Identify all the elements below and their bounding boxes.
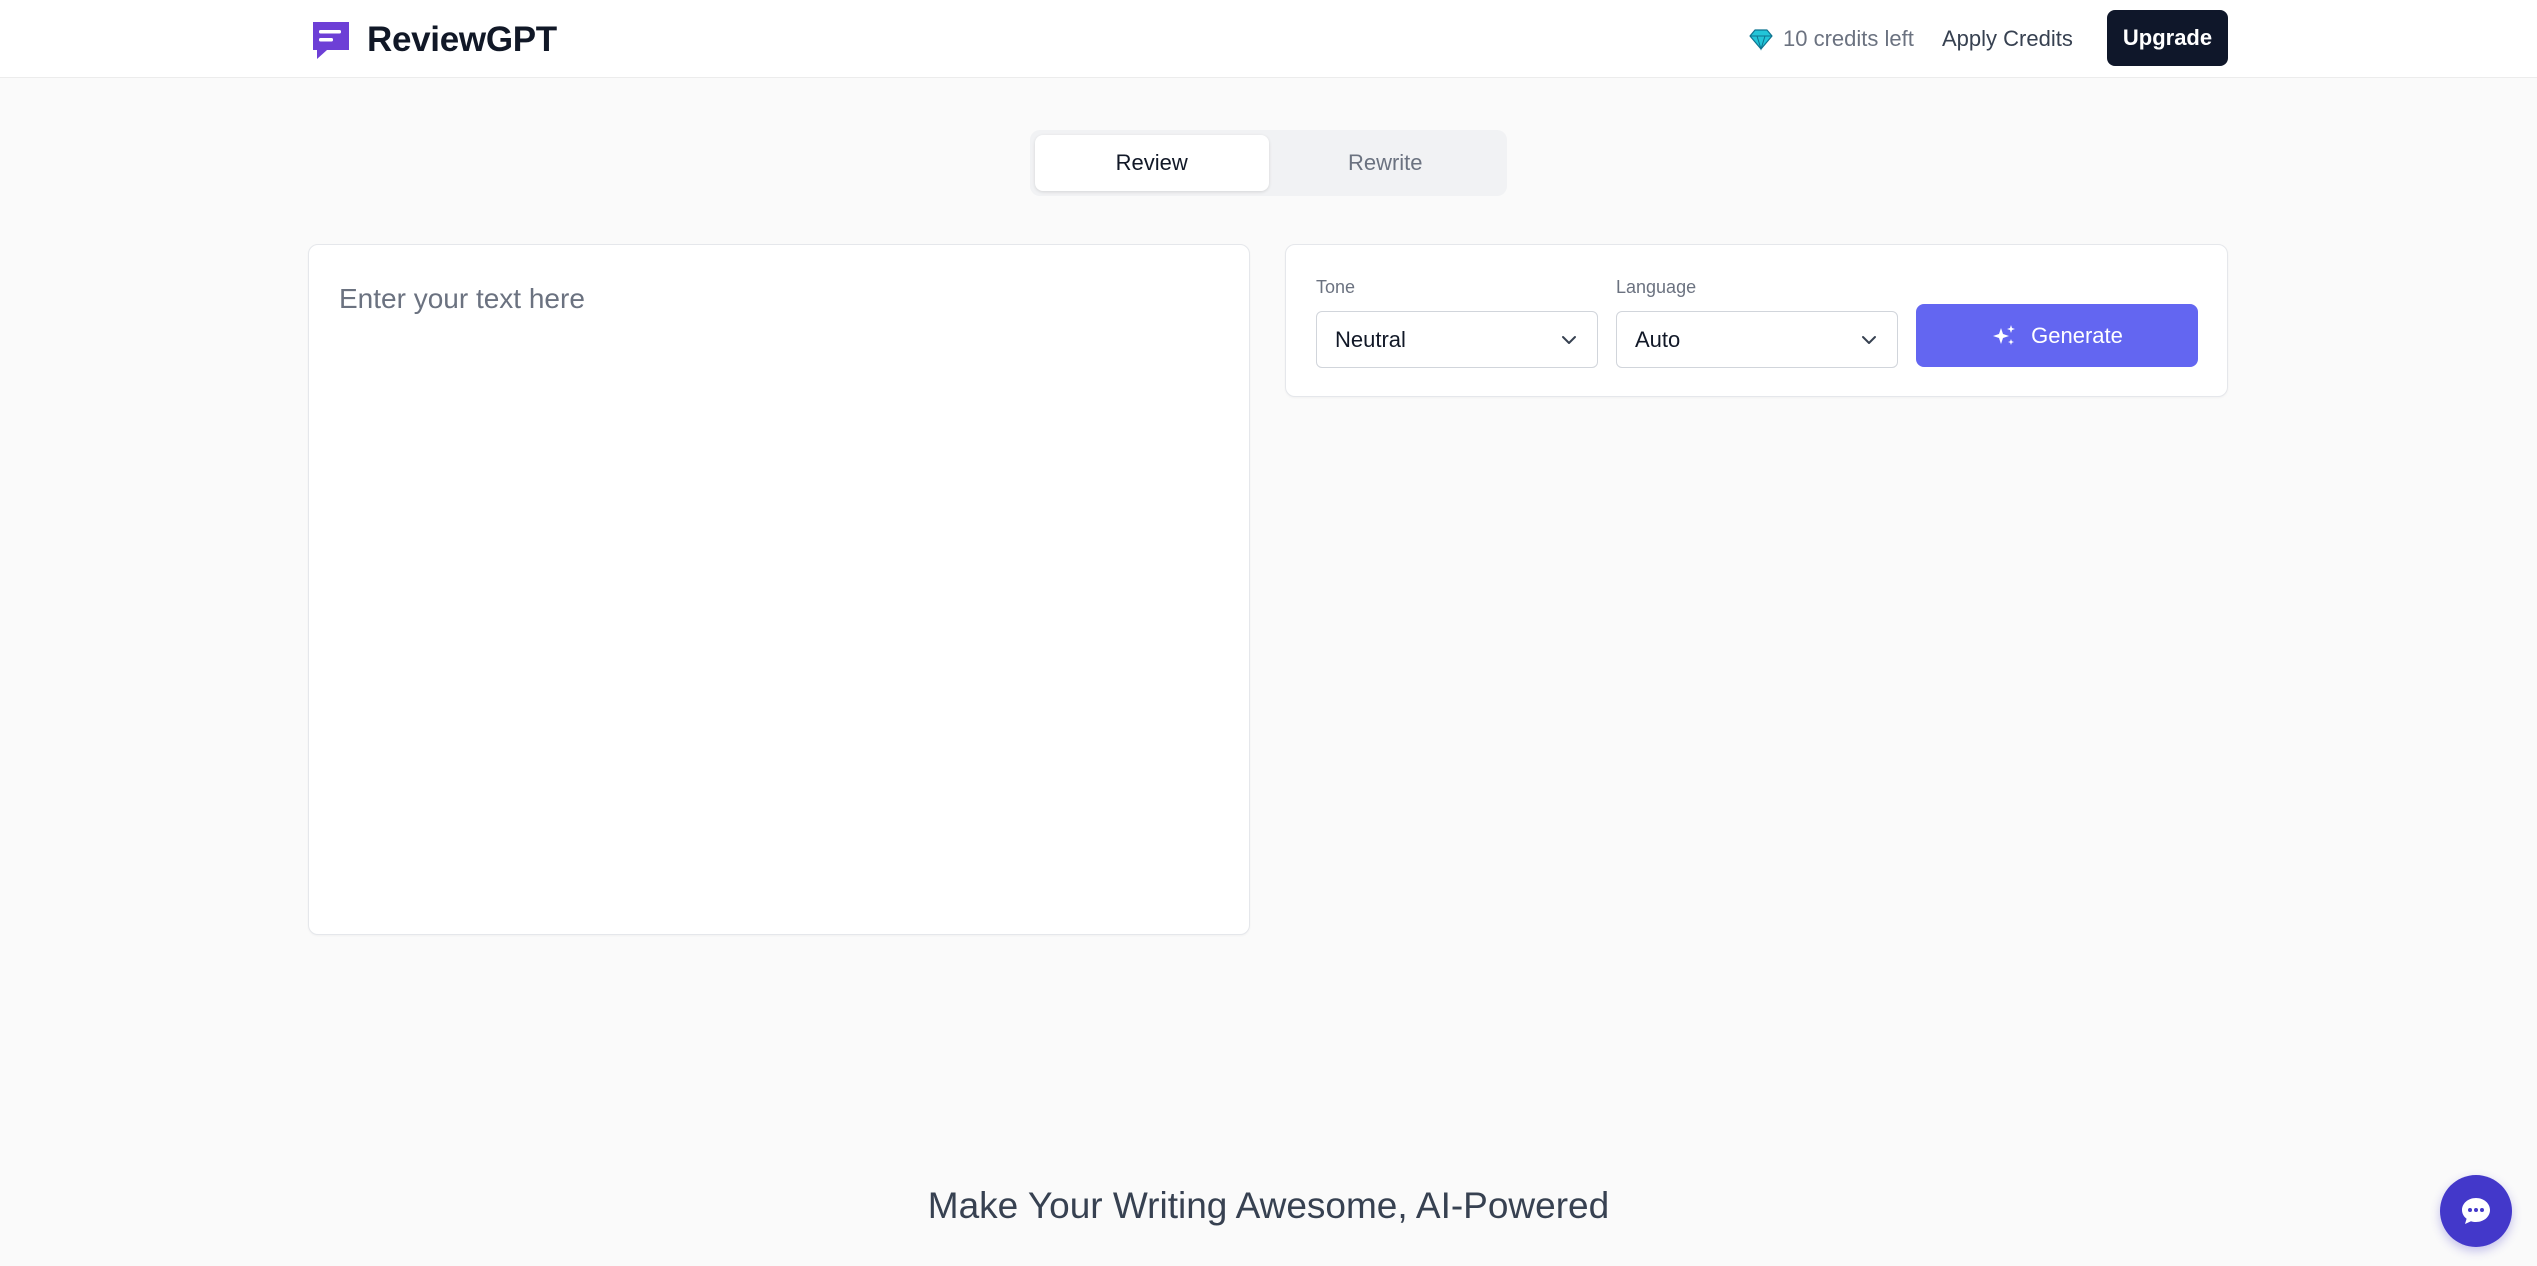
language-label: Language [1616,277,1697,297]
text-input[interactable] [309,245,1249,934]
top-header: ReviewGPT 10 credits left Apply Credits … [0,0,2537,78]
chat-widget-button[interactable] [2440,1175,2512,1247]
message-square-icon [313,22,349,59]
upgrade-button[interactable]: Upgrade [2107,10,2228,66]
tab-rewrite[interactable]: Rewrite [1269,135,1503,191]
mode-tabs: Review Rewrite [1030,130,1507,196]
app-logo[interactable]: ReviewGPT [309,17,557,63]
language-select[interactable]: Auto [1616,311,1898,368]
app-name: ReviewGPT [367,20,557,59]
text-editor-card [308,244,1250,935]
hero-title: Make Your Writing Awesome, AI-Powered [927,1185,1610,1226]
generate-label: Generate [2031,322,2123,348]
gem-icon [1749,29,1773,51]
apply-credits-link[interactable]: Apply Credits [1942,22,2073,56]
chevron-down-icon [1562,335,1576,344]
settings-card: Tone Neutral Language Auto Generate [1285,244,2228,397]
language-value: Auto [1635,326,1681,352]
credits-indicator: 10 credits left [1749,22,1914,56]
chevron-down-icon [1862,335,1876,344]
generate-button[interactable]: Generate [1916,304,2198,367]
tone-select[interactable]: Neutral [1316,311,1598,368]
tab-review[interactable]: Review [1035,135,1269,191]
chat-bubble-icon [2462,1198,2490,1224]
sparkles-icon [1993,324,2016,345]
tone-label: Tone [1316,277,1356,297]
credits-text: 10 credits left [1783,26,1914,51]
tone-value: Neutral [1335,326,1406,352]
